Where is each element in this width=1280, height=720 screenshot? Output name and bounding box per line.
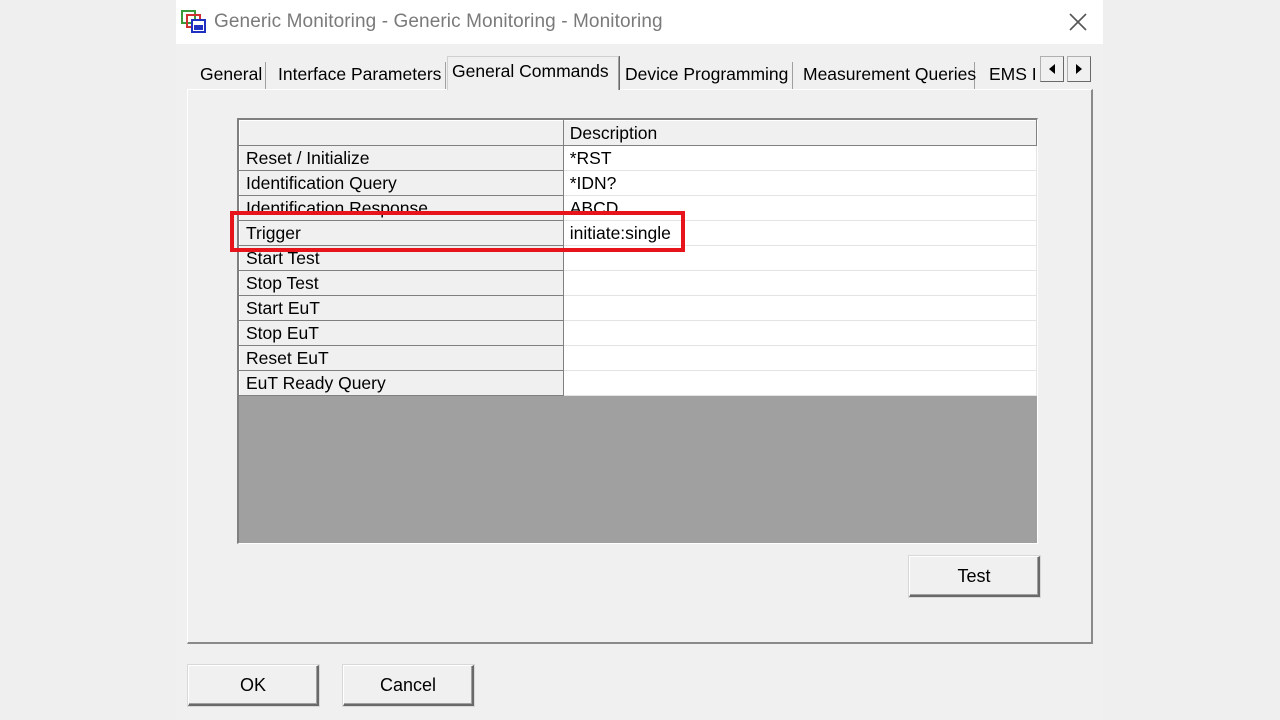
command-description-cell[interactable]: *IDN? (563, 170, 1038, 196)
table-row: Reset / Initialize *RST (239, 145, 1038, 171)
table-row: Identification Response ABCD (239, 195, 1038, 221)
table-row: Stop Test (239, 270, 1038, 296)
command-name: Reset EuT (239, 345, 564, 371)
window-title: Generic Monitoring - Generic Monitoring … (214, 11, 663, 32)
tab-panel-general-commands: Description Reset / Initialize *RST Ident… (187, 89, 1093, 644)
table-row: Identification Query *IDN? (239, 170, 1038, 196)
command-name: Identification Response (239, 195, 564, 221)
command-description-cell[interactable] (563, 320, 1038, 346)
command-name: Identification Query (239, 170, 564, 196)
table-row: EuT Ready Query (239, 370, 1038, 396)
tab-general[interactable]: General (196, 62, 266, 89)
command-description-cell[interactable]: ABCD (563, 195, 1038, 221)
command-description-cell[interactable] (563, 245, 1038, 271)
table-row: Trigger initiate:single (239, 220, 1038, 246)
table-row: Start Test (239, 245, 1038, 271)
cancel-button[interactable]: Cancel (343, 665, 474, 706)
command-description-cell[interactable] (563, 370, 1038, 396)
tab-interface-parameters[interactable]: Interface Parameters (274, 62, 446, 89)
commands-grid: Description Reset / Initialize *RST Ident… (237, 118, 1038, 544)
tab-general-commands[interactable]: General Commands (447, 56, 619, 90)
command-name: Trigger (239, 220, 564, 246)
arrow-right-icon (1076, 64, 1082, 74)
table-row: Reset EuT (239, 345, 1038, 371)
command-name: Reset / Initialize (239, 145, 564, 171)
close-button[interactable] (1053, 0, 1103, 44)
ok-button[interactable]: OK (188, 665, 319, 706)
command-name: Start EuT (239, 295, 564, 321)
command-description-cell[interactable] (563, 345, 1038, 371)
command-description-cell[interactable] (563, 270, 1038, 296)
window-monitor-icon (181, 10, 206, 33)
command-name: Start Test (239, 245, 564, 271)
command-name: EuT Ready Query (239, 370, 564, 396)
tab-scroll-left-button[interactable] (1040, 56, 1064, 82)
command-description-cell[interactable]: *RST (563, 145, 1038, 171)
tab-measurement-queries[interactable]: Measurement Queries (799, 62, 976, 89)
command-description-cell[interactable] (563, 295, 1038, 321)
command-name: Stop Test (239, 270, 564, 296)
tab-scroll-right-button[interactable] (1067, 56, 1091, 82)
tab-device-programming[interactable]: Device Programming (621, 62, 793, 89)
tab-ems[interactable]: EMS I (985, 62, 1039, 89)
monitoring-dialog: Generic Monitoring - Generic Monitoring … (176, 0, 1103, 720)
table-row: Stop EuT (239, 320, 1038, 346)
title-bar: Generic Monitoring - Generic Monitoring … (176, 0, 1103, 44)
command-description-cell[interactable]: initiate:single (563, 220, 1038, 246)
arrow-left-icon (1049, 64, 1055, 74)
grid-header-row: Description (239, 120, 1038, 146)
close-icon (1069, 13, 1087, 31)
test-button[interactable]: Test (909, 556, 1040, 597)
commands-table: Description Reset / Initialize *RST Ident… (239, 120, 1038, 396)
grid-corner-header (239, 120, 564, 146)
command-name: Stop EuT (239, 320, 564, 346)
table-row: Start EuT (239, 295, 1038, 321)
description-column-header: Description (562, 120, 1038, 146)
tab-strip: General Interface Parameters General Com… (190, 56, 1090, 90)
